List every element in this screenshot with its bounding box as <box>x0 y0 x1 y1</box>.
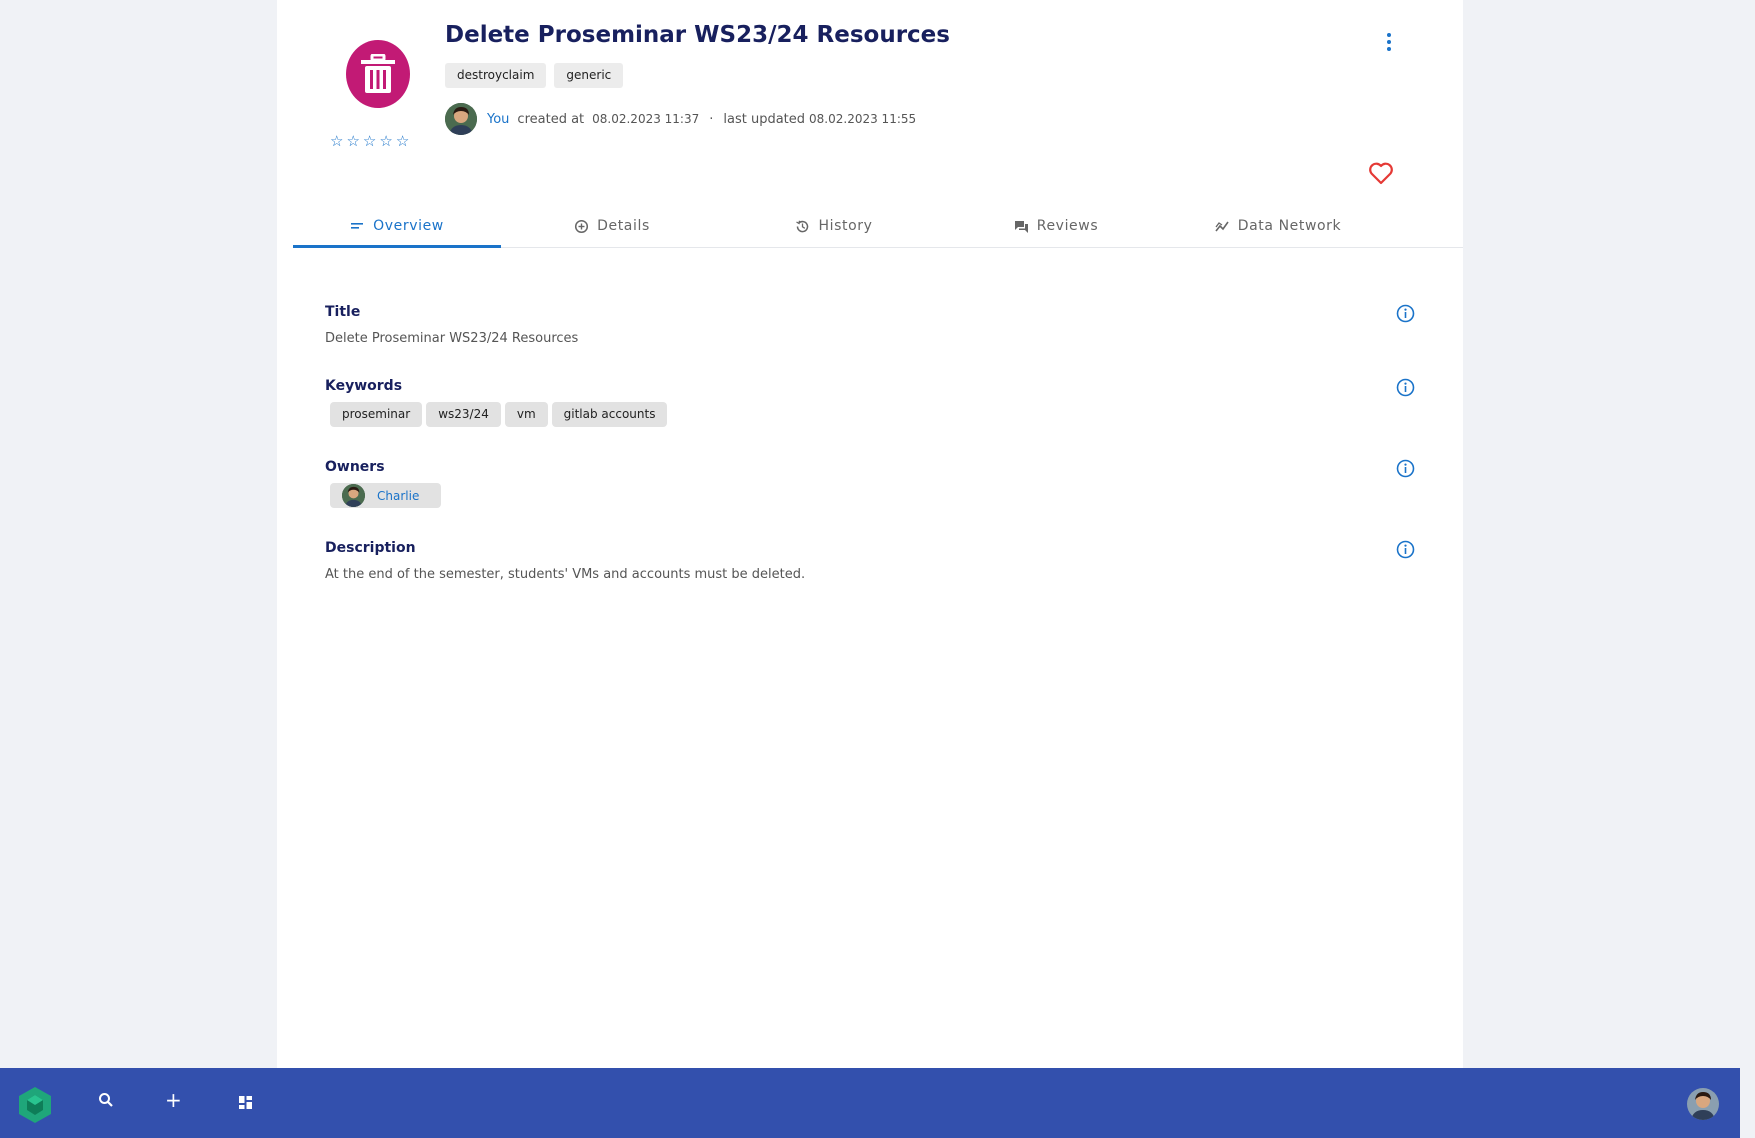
tab-label: Details <box>597 218 650 234</box>
keyword-chip[interactable]: proseminar <box>330 402 423 427</box>
star-icon[interactable]: ☆ <box>396 133 409 149</box>
tab-label: Overview <box>373 218 444 234</box>
tab-details[interactable]: Details <box>501 205 723 247</box>
reviews-icon <box>1014 220 1028 233</box>
tab-history[interactable]: History <box>723 205 945 247</box>
page-title: Delete Proseminar WS23/24 Resources <box>445 22 950 48</box>
keyword-chip[interactable]: gitlab accounts <box>551 402 668 427</box>
tab-label: Data Network <box>1237 218 1342 234</box>
author-link[interactable]: You <box>487 112 509 127</box>
star-icon[interactable]: ☆ <box>330 133 343 149</box>
title-section: Title Delete Proseminar WS23/24 Resource… <box>325 304 1415 346</box>
resource-card: ☆ ☆ ☆ ☆ ☆ Delete Proseminar WS23/24 Reso… <box>277 0 1463 1068</box>
tab-overview[interactable]: Overview <box>293 205 501 248</box>
updated-label: last updated <box>723 111 806 127</box>
title-value: Delete Proseminar WS23/24 Resources <box>325 331 579 346</box>
details-icon <box>575 219 589 233</box>
meta-separator: · <box>709 111 714 127</box>
created-date: 08.02.2023 11:37 <box>592 112 700 126</box>
keyword-list: proseminar ws23/24 vm gitlab accounts <box>330 402 1415 427</box>
info-icon[interactable] <box>1396 378 1415 397</box>
info-icon[interactable] <box>1396 540 1415 559</box>
trash-icon <box>346 40 410 108</box>
owner-chip[interactable]: Charlie <box>330 483 442 508</box>
tab-label: Reviews <box>1036 218 1099 234</box>
info-icon[interactable] <box>1396 304 1415 323</box>
star-icon[interactable]: ☆ <box>363 133 376 149</box>
add-icon[interactable]: + <box>165 1090 182 1110</box>
overview-icon <box>351 222 364 229</box>
type-tag: generic <box>554 63 624 88</box>
updated-date: 08.02.2023 11:55 <box>809 112 917 126</box>
type-tag: destroyclaim <box>445 63 547 88</box>
tab-reviews[interactable]: Reviews <box>945 205 1167 247</box>
rating-stars[interactable]: ☆ ☆ ☆ ☆ ☆ <box>330 133 409 149</box>
keywords-label: Keywords <box>325 378 403 394</box>
favorite-heart-icon[interactable] <box>1368 161 1394 185</box>
avatar[interactable] <box>445 103 477 135</box>
tab-bar: Overview Details History Reviews Data Ne… <box>293 205 1463 248</box>
keyword-chip[interactable]: vm <box>504 402 548 427</box>
avatar <box>342 484 365 507</box>
star-icon[interactable]: ☆ <box>346 133 359 149</box>
created-label: created at <box>517 111 585 127</box>
owners-label: Owners <box>325 459 385 475</box>
info-icon[interactable] <box>1396 459 1415 478</box>
description-label: Description <box>325 540 416 556</box>
bottom-navigation-bar: + <box>0 1068 1740 1138</box>
history-icon <box>796 220 809 232</box>
tab-label: History <box>818 218 873 234</box>
search-icon[interactable] <box>98 1092 114 1108</box>
user-avatar[interactable] <box>1687 1088 1719 1120</box>
keyword-chip[interactable]: ws23/24 <box>426 402 501 427</box>
owners-section: Owners Charlie <box>325 459 1415 511</box>
data-network-icon <box>1215 221 1229 231</box>
more-vert-icon[interactable] <box>1385 32 1393 52</box>
star-icon[interactable]: ☆ <box>379 133 392 149</box>
resource-type-tags: destroyclaim generic <box>445 63 624 88</box>
tab-data-network[interactable]: Data Network <box>1167 205 1389 247</box>
resource-meta: You created at 08.02.2023 11:37 · last u… <box>445 103 916 135</box>
owner-name: Charlie <box>377 488 420 503</box>
dashboard-icon[interactable] <box>239 1096 252 1109</box>
description-section: Description At the end of the semester, … <box>325 540 1415 582</box>
app-logo-icon[interactable] <box>15 1085 55 1125</box>
description-value: At the end of the semester, students' VM… <box>325 567 806 582</box>
keywords-section: Keywords proseminar ws23/24 vm gitlab ac… <box>325 378 1415 427</box>
title-label: Title <box>325 304 361 320</box>
